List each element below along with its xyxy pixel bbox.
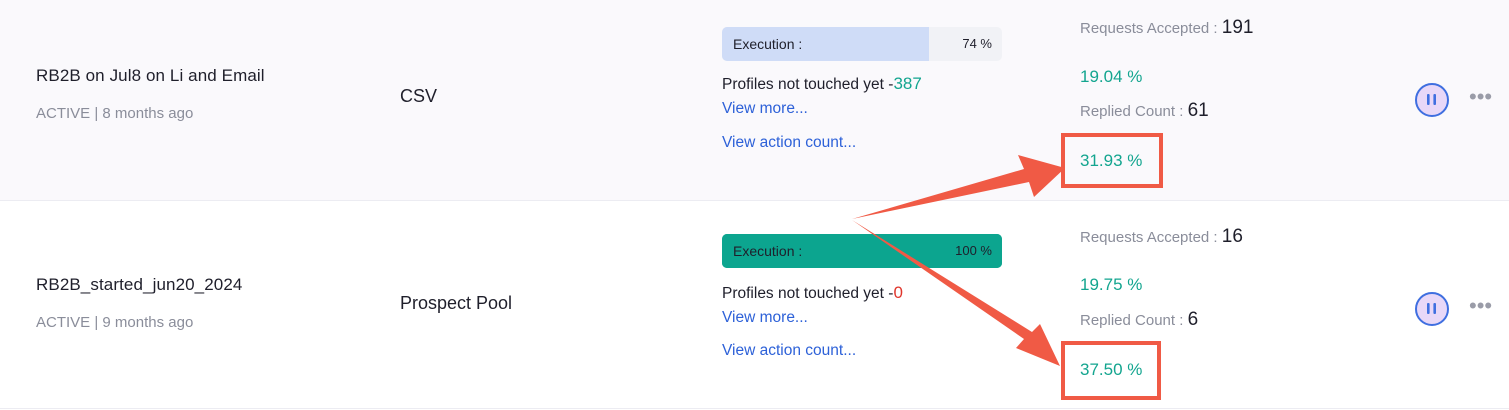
- more-horizontal-icon[interactable]: •••: [1469, 86, 1492, 108]
- execution-label: Execution :: [733, 36, 803, 52]
- execution-label: Execution :: [733, 243, 803, 259]
- pause-icon: [1427, 303, 1436, 314]
- campaign-status: ACTIVE | 9 months ago: [36, 314, 194, 331]
- profiles-label: Profiles not touched yet -: [722, 76, 894, 93]
- view-action-count-link[interactable]: View action count...: [722, 342, 856, 360]
- view-more-link[interactable]: View more...: [722, 100, 808, 118]
- replied-rate: 31.93 %: [1080, 151, 1143, 170]
- replied-count: Replied Count : 61: [1080, 100, 1209, 122]
- replied-count: Replied Count : 6: [1080, 309, 1198, 331]
- pause-button[interactable]: [1415, 292, 1449, 326]
- accepted-rate: 19.75 %: [1080, 275, 1143, 294]
- execution-percent: 100 %: [955, 243, 992, 258]
- profiles-value: 0: [893, 283, 903, 302]
- requests-accepted: Requests Accepted : 16: [1080, 226, 1243, 248]
- pause-button[interactable]: [1415, 83, 1449, 117]
- requests-accepted-value: 191: [1221, 17, 1254, 38]
- view-more-link[interactable]: View more...: [722, 309, 808, 327]
- profiles-label: Profiles not touched yet -: [722, 285, 894, 302]
- replied-rate: 37.50 %: [1080, 360, 1143, 379]
- requests-accepted-label: Requests Accepted :: [1080, 20, 1218, 37]
- campaign-status: ACTIVE | 8 months ago: [36, 105, 194, 122]
- profiles-value: 387: [893, 74, 922, 93]
- replied-count-label: Replied Count :: [1080, 312, 1184, 329]
- profiles-not-touched: Profiles not touched yet -0: [722, 283, 903, 303]
- requests-accepted-label: Requests Accepted :: [1080, 229, 1218, 246]
- execution-progress-bar: Execution : 74 %: [722, 27, 1002, 61]
- campaign-source: Prospect Pool: [400, 293, 513, 313]
- campaign-name[interactable]: RB2B_started_jun20_2024: [36, 275, 242, 295]
- replied-count-value: 61: [1187, 100, 1209, 121]
- campaign-row-2: RB2B_started_jun20_2024 ACTIVE | 9 month…: [0, 201, 1509, 409]
- pause-icon: [1427, 94, 1436, 105]
- campaign-row-1: RB2B on Jul8 on Li and Email ACTIVE | 8 …: [0, 0, 1509, 201]
- view-action-count-link[interactable]: View action count...: [722, 134, 856, 152]
- more-horizontal-icon[interactable]: •••: [1469, 295, 1492, 317]
- requests-accepted-value: 16: [1221, 226, 1243, 247]
- profiles-not-touched: Profiles not touched yet -387: [722, 74, 922, 94]
- requests-accepted: Requests Accepted : 191: [1080, 17, 1253, 39]
- campaign-name[interactable]: RB2B on Jul8 on Li and Email: [36, 66, 265, 86]
- campaign-source: CSV: [400, 86, 438, 106]
- replied-count-label: Replied Count :: [1080, 103, 1184, 120]
- execution-progress-bar: Execution : 100 %: [722, 234, 1002, 268]
- accepted-rate: 19.04 %: [1080, 67, 1143, 86]
- execution-percent: 74 %: [962, 36, 992, 51]
- replied-count-value: 6: [1187, 309, 1199, 330]
